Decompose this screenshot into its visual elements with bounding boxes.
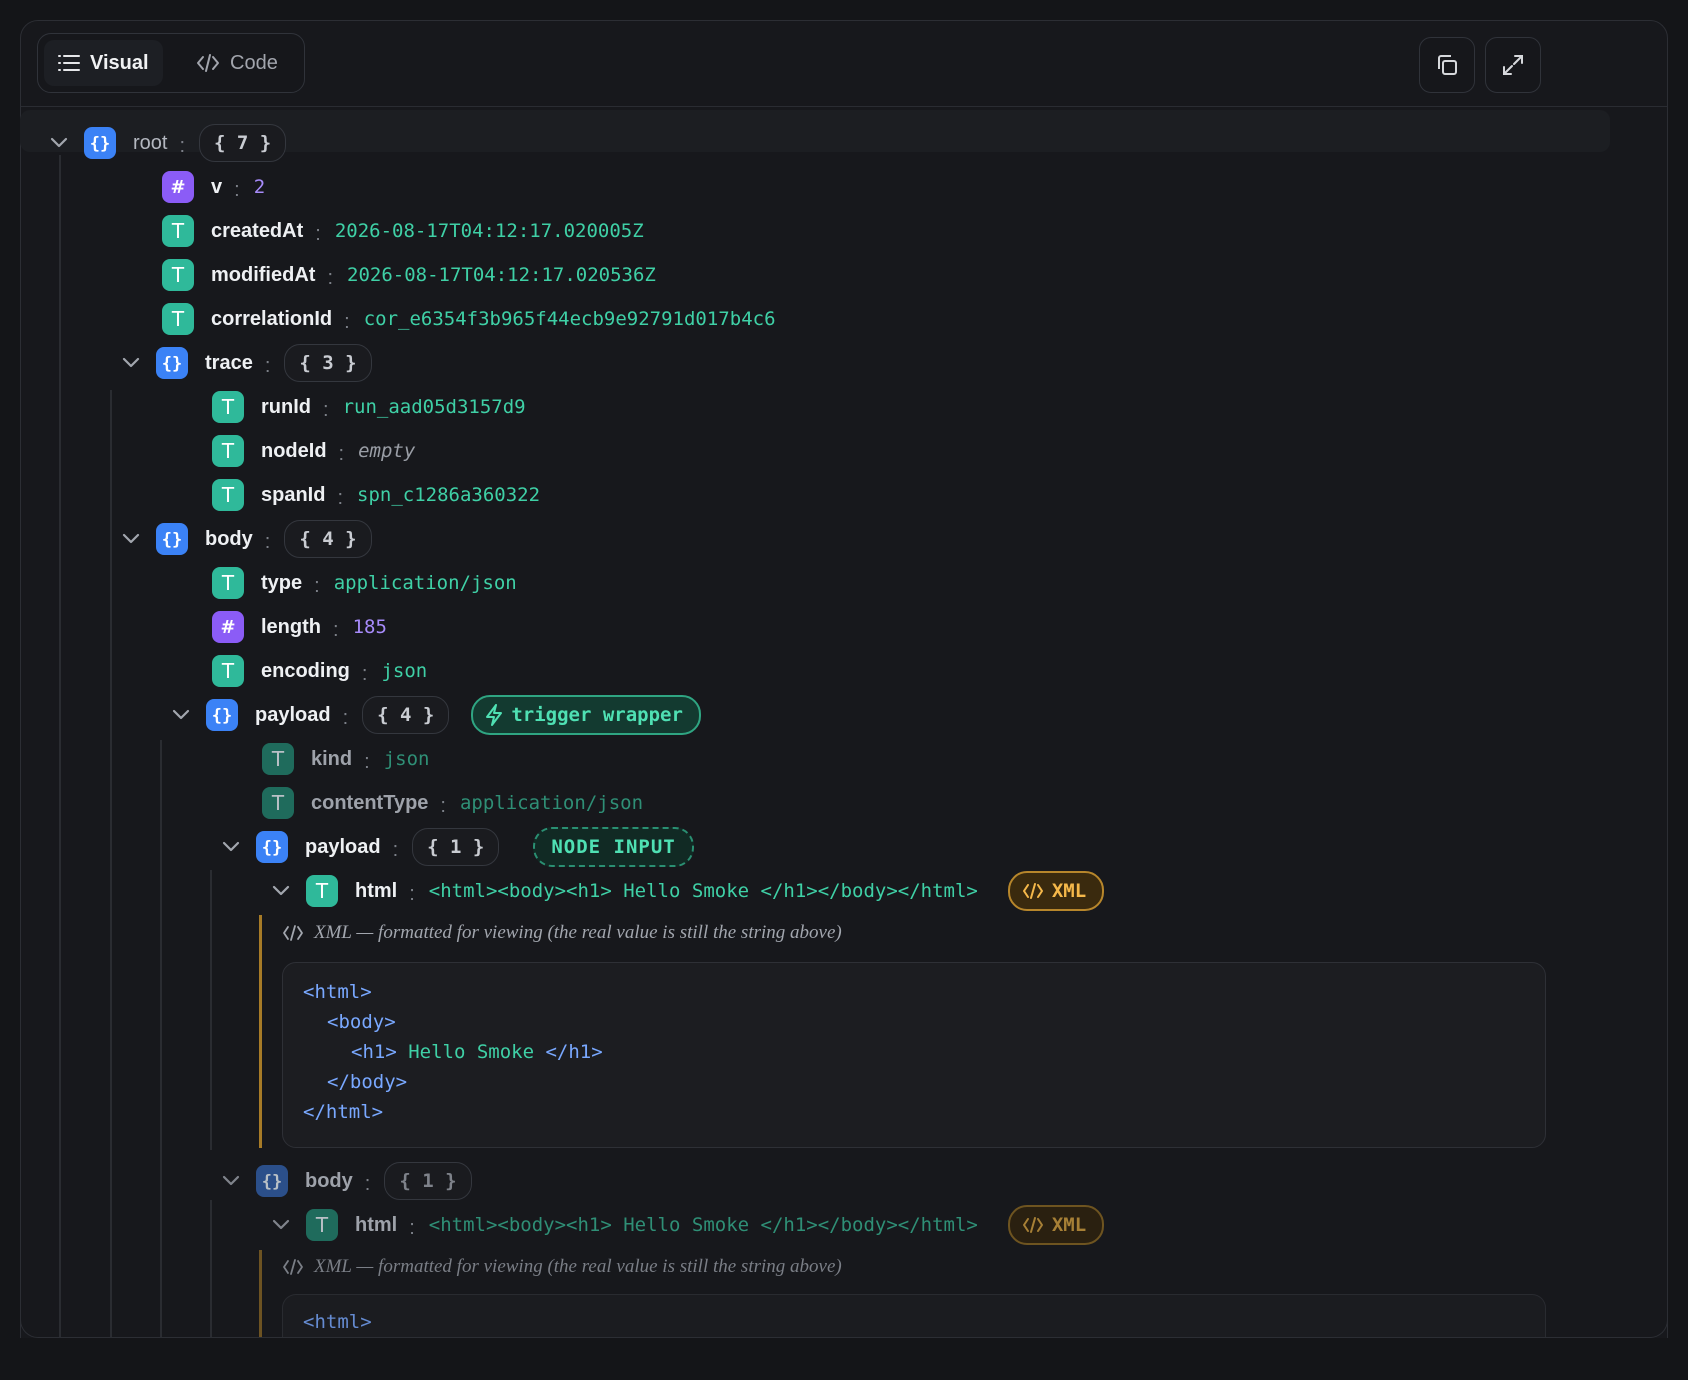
expand-button[interactable]: [1485, 37, 1541, 93]
tab-visual[interactable]: Visual: [44, 40, 163, 86]
code-icon: [197, 54, 219, 72]
json-viewer-panel: Visual Code: [20, 20, 1668, 1360]
view-mode-toggle: Visual Code: [37, 33, 305, 93]
copy-button[interactable]: [1419, 37, 1475, 93]
tab-visual-label: Visual: [90, 51, 149, 74]
copy-icon: [1438, 55, 1457, 75]
tab-code-label: Code: [230, 51, 278, 74]
tab-code[interactable]: Code: [182, 40, 292, 86]
list-icon: [58, 55, 80, 71]
toolbar: Visual Code: [21, 21, 1667, 107]
expand-icon: [1503, 55, 1523, 75]
